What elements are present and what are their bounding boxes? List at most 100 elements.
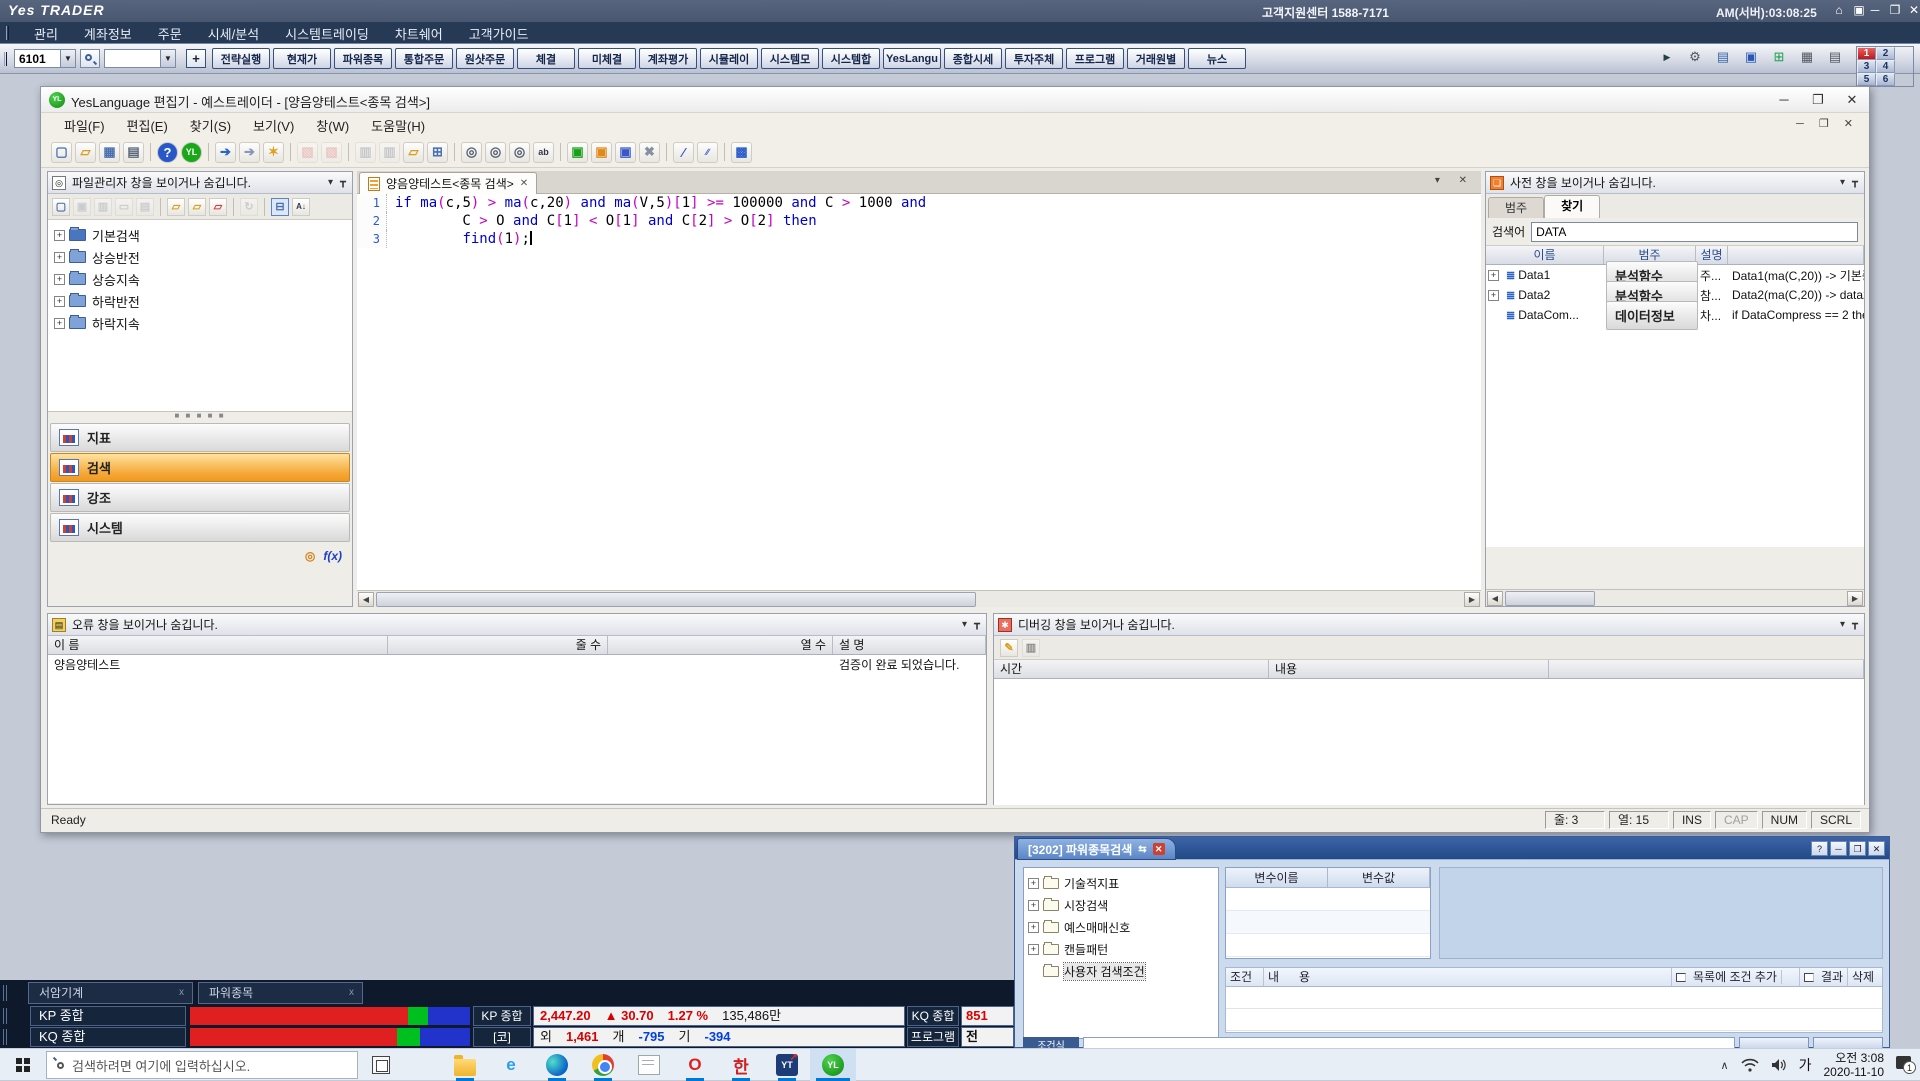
row-grip[interactable]	[3, 1029, 7, 1045]
wifi-icon[interactable]	[1741, 1058, 1759, 1072]
editor-minimize-button[interactable]: ─	[1767, 87, 1801, 112]
pin-icon[interactable]: ┳	[974, 619, 980, 630]
task-view-icon[interactable]	[372, 1056, 390, 1074]
quick-button-계좌평가[interactable]: 계좌평가	[639, 48, 697, 69]
new-doc-icon[interactable]: ▢	[52, 198, 70, 216]
dict-panel-header[interactable]: ❏ 사전 창을 보이거나 숨깁니다. ▾┳	[1486, 172, 1864, 194]
bookmark-clear-icon[interactable]: ✖	[639, 142, 660, 163]
quick-button-YesLangu[interactable]: YesLangu	[883, 48, 941, 69]
taskbar-app-notepad[interactable]	[626, 1049, 672, 1081]
bookmark-blue-icon[interactable]: ▣	[615, 142, 636, 163]
editor-menu-item[interactable]: 창(W)	[307, 114, 358, 137]
editor-hscrollbar[interactable]: ◀ ▶	[357, 590, 1481, 607]
code-line[interactable]: 2 C > O and C[1] < O[1] and C[2] > O[2] …	[357, 212, 1481, 230]
menu-item-3[interactable]: 시세/분석	[208, 24, 259, 43]
taskbar-app-edge[interactable]	[534, 1049, 580, 1081]
start-button[interactable]	[0, 1049, 46, 1081]
sort-az-icon[interactable]: A↓	[292, 198, 310, 216]
code-editor[interactable]: 1if ma(c,5) > ma(c,20) and ma(V,5)[1] >=…	[357, 194, 1481, 590]
finder-tree-캔들패턴[interactable]: +캔들패턴	[1028, 938, 1218, 960]
scroll-thumb[interactable]	[1505, 591, 1595, 606]
taskbar-app-yeslanguage[interactable]: YL	[810, 1049, 856, 1081]
close-icon[interactable]: ✕	[1868, 841, 1885, 856]
quick-button-파워종목[interactable]: 파워종목	[334, 48, 392, 69]
tree-item-상승지속[interactable]: +상승지속	[54, 268, 352, 290]
speaker-icon[interactable]	[1771, 1058, 1787, 1072]
scroll-thumb[interactable]	[376, 592, 976, 607]
col-desc[interactable]: 설명	[1696, 246, 1728, 264]
swap-icon[interactable]: ⇆	[1138, 844, 1146, 855]
pin-icon[interactable]: ┳	[1852, 177, 1858, 188]
quick-button-미체결[interactable]: 미체결	[578, 48, 636, 69]
quick-button-시스템모[interactable]: 시스템모	[761, 48, 819, 69]
import-icon[interactable]: ▧	[297, 142, 318, 163]
chevron-down-icon[interactable]: ▼	[60, 50, 75, 67]
col-result[interactable]: 결과	[1800, 968, 1848, 986]
tab-power-stock[interactable]: 파워종목x	[198, 982, 363, 1004]
doc-delete-icon[interactable]: ▤	[136, 198, 154, 216]
scroll-right-icon[interactable]: ▶	[1847, 591, 1863, 606]
comment-icon[interactable]: ∕	[673, 142, 694, 163]
panel-splitter[interactable]: ■ ■ ■ ■ ■	[48, 412, 352, 422]
tree-item-기본검색[interactable]: +기본검색	[54, 224, 352, 246]
chevron-down-icon[interactable]: ▼	[160, 50, 175, 67]
taskbar-app-hancom[interactable]: 한	[718, 1049, 764, 1081]
minimize-icon[interactable]: ─	[1830, 841, 1847, 856]
debug-panel-header[interactable]: ✱ 디버깅 창을 보이거나 숨깁니다. ▾┳	[994, 614, 1864, 636]
tree-item-상승반전[interactable]: +상승반전	[54, 246, 352, 268]
kospi-row[interactable]: KP 종합 KP 종합 2,447.20 ▲ 30.70 1.27 % 135,…	[0, 1006, 1014, 1026]
category-지표[interactable]: 지표	[50, 423, 350, 452]
editor-menu-item[interactable]: 찾기(S)	[181, 114, 240, 137]
finder-tree-예스매매신호[interactable]: +예스매매신호	[1028, 916, 1218, 938]
chevron-down-icon[interactable]: ▾	[1840, 177, 1845, 188]
editor-menu-item[interactable]: 편집(E)	[118, 114, 177, 137]
toolbar-grip[interactable]	[4, 52, 7, 66]
editor-menu-item[interactable]: 도움말(H)	[362, 114, 434, 137]
folder-open-icon[interactable]: ▱	[188, 198, 206, 216]
var-row[interactable]	[1226, 911, 1430, 934]
tab-find[interactable]: 찾기	[1544, 195, 1600, 218]
editor-close-button[interactable]: ✕	[1835, 87, 1869, 112]
bookmark-orange-icon[interactable]: ▣	[591, 142, 612, 163]
paste-icon[interactable]: ▱	[403, 142, 424, 163]
col-var-name[interactable]: 변수이름	[1226, 868, 1328, 888]
add-screen-button[interactable]: +	[186, 49, 206, 68]
col-var-value[interactable]: 변수값	[1328, 868, 1430, 888]
folder-new-icon[interactable]: ▱	[167, 198, 185, 216]
hidden-icons-chevron[interactable]: ∧	[1721, 1059, 1729, 1072]
capture-camera-icon[interactable]: ▦	[1796, 47, 1818, 67]
col-name[interactable]: 이 름	[48, 636, 388, 654]
quick-button-투자주체[interactable]: 투자주체	[1005, 48, 1063, 69]
expand-icon[interactable]: +	[1028, 878, 1039, 889]
export-icon[interactable]: ▧	[321, 142, 342, 163]
tree-item-하락지속[interactable]: +하락지속	[54, 312, 352, 334]
print-icon[interactable]: ▤	[1824, 47, 1846, 67]
col-desc[interactable]: 설 명	[833, 636, 986, 654]
quick-button-원샷주문[interactable]: 원샷주문	[456, 48, 514, 69]
yeslanguage-icon[interactable]: YL	[181, 142, 202, 163]
quick-button-시뮬레이[interactable]: 시뮬레이	[700, 48, 758, 69]
expand-icon[interactable]: +	[1028, 922, 1039, 933]
condition-row[interactable]	[1226, 1009, 1882, 1031]
quick-button-프로그램[interactable]: 프로그램	[1066, 48, 1124, 69]
error-row[interactable]: 양음양테스트 검증이 완료 되었습니다.	[48, 655, 986, 674]
error-panel-header[interactable]: ▤ 오류 창을 보이거나 숨깁니다. ▾┳	[48, 614, 986, 636]
col-condition[interactable]: 조건	[1226, 968, 1264, 986]
expand-icon[interactable]: +	[54, 274, 65, 285]
menu-item-4[interactable]: 시스템트레이딩	[285, 24, 369, 43]
col-content[interactable]: 내 용	[1264, 968, 1672, 986]
scroll-left-icon[interactable]: ◀	[358, 592, 374, 607]
mail-icon[interactable]: ▭	[115, 198, 133, 216]
virtual-screen-5[interactable]: 5	[1857, 73, 1876, 86]
save-icon[interactable]: ▦	[99, 142, 120, 163]
menu-item-1[interactable]: 계좌정보	[84, 24, 132, 43]
quick-button-현재가[interactable]: 현재가	[273, 48, 331, 69]
tree-item-하락반전[interactable]: +하락반전	[54, 290, 352, 312]
category-강조[interactable]: 강조	[50, 483, 350, 512]
dict-hscrollbar[interactable]: ◀ ▶	[1486, 589, 1864, 606]
document-tab[interactable]: 양음양테스트<종목 검색> ✕	[359, 172, 537, 194]
editor-titlebar[interactable]: YL YesLanguage 편집기 - 예스트레이더 - [양음양테스트<종목…	[41, 87, 1869, 113]
screen-code-combo[interactable]: 6101 ▼	[14, 49, 76, 68]
expand-icon[interactable]: +	[1028, 944, 1039, 955]
copy-doc-icon[interactable]: ▥	[94, 198, 112, 216]
